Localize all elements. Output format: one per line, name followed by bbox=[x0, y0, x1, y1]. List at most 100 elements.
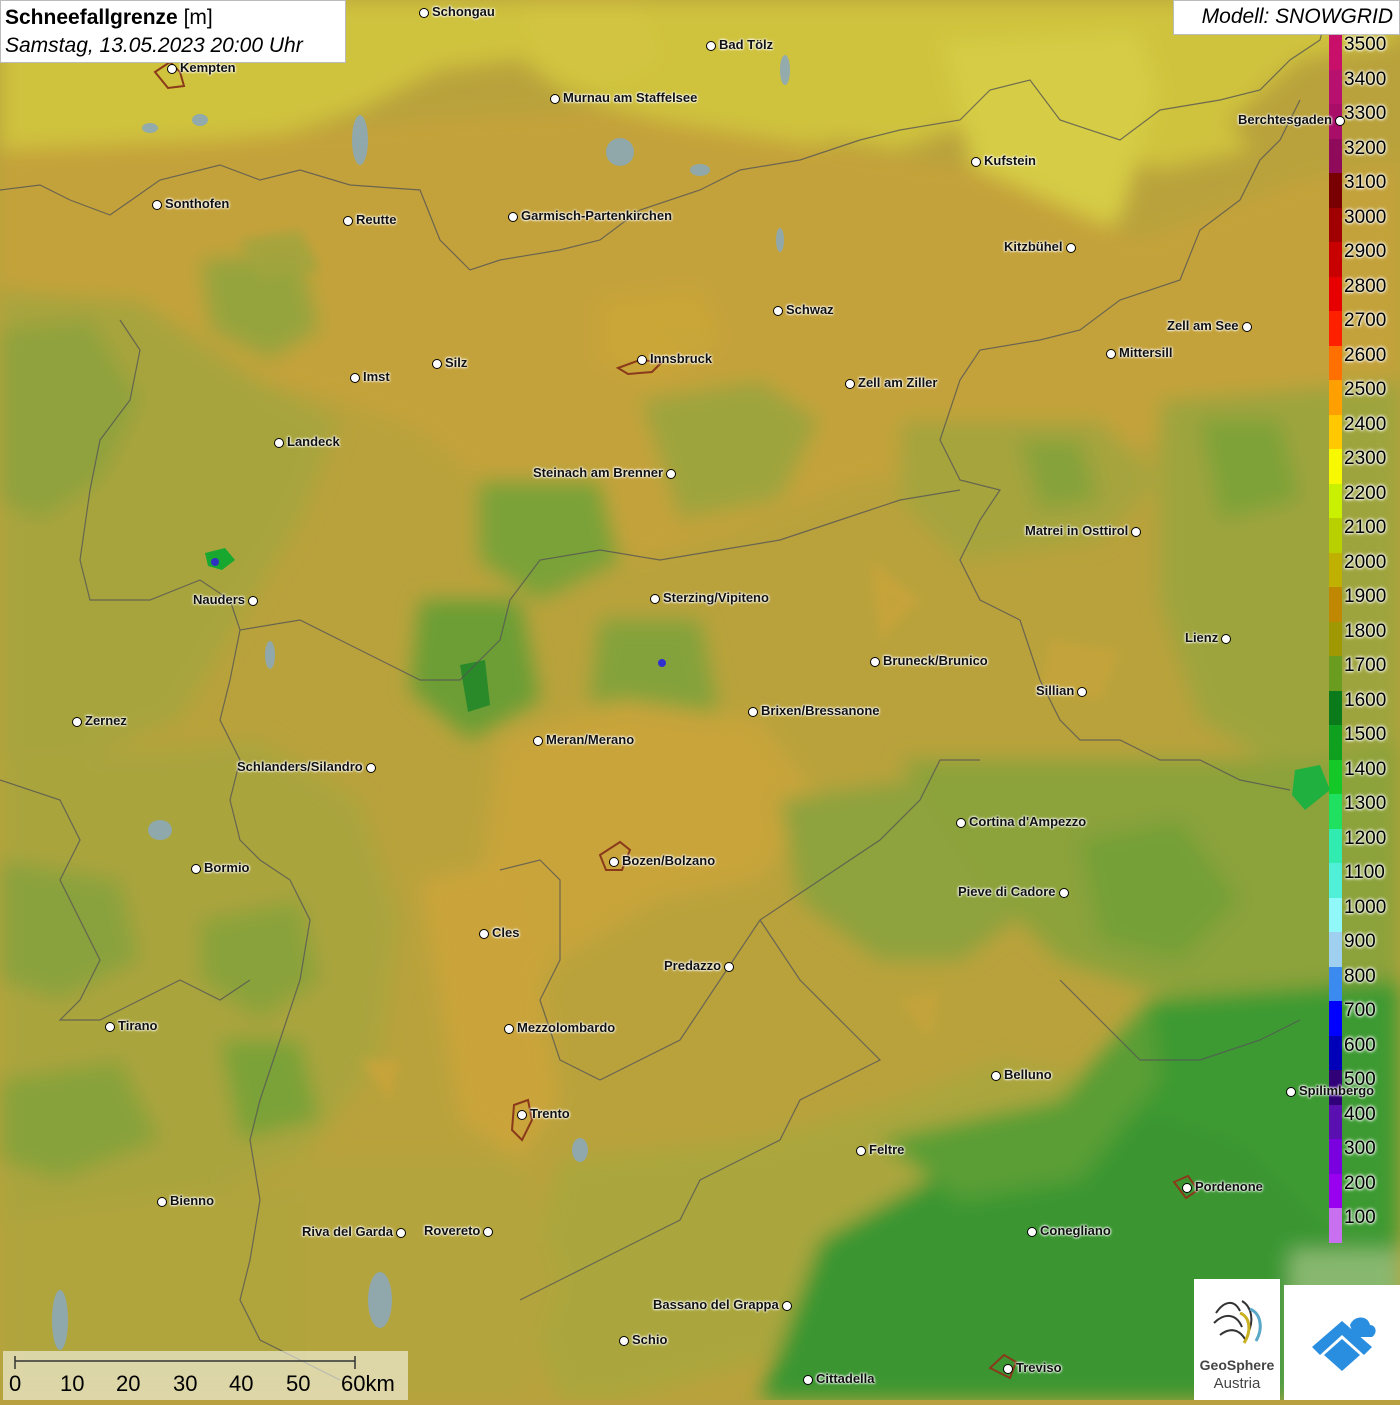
city-label: Schongau bbox=[432, 4, 495, 19]
city-label: Belluno bbox=[1004, 1067, 1052, 1082]
scale-label: 40 bbox=[229, 1371, 254, 1396]
city-dot-icon bbox=[748, 707, 758, 717]
city-dot-icon bbox=[350, 373, 360, 383]
city-dot-icon bbox=[870, 657, 880, 667]
legend-label: 700 bbox=[1344, 1000, 1376, 1021]
city-dot-icon bbox=[609, 857, 619, 867]
city-dot-icon bbox=[419, 8, 429, 18]
city-label: Pordenone bbox=[1195, 1179, 1263, 1194]
city-dot-icon bbox=[432, 359, 442, 369]
city-label: Kempten bbox=[180, 60, 236, 75]
geosphere-emblem-icon bbox=[1213, 1300, 1262, 1344]
legend-swatch bbox=[1329, 794, 1342, 829]
legend-label: 3100 bbox=[1344, 172, 1387, 193]
legend-swatch bbox=[1329, 552, 1342, 588]
mountain-cloud-icon bbox=[1312, 1317, 1376, 1371]
city-label: Mezzolombardo bbox=[517, 1020, 616, 1035]
legend-label: 100 bbox=[1344, 1207, 1376, 1228]
title-name: Schneefallgrenze bbox=[5, 6, 178, 29]
city-dot-icon bbox=[72, 717, 82, 727]
legend-swatch bbox=[1329, 759, 1342, 795]
city-label: Meran/Merano bbox=[546, 732, 635, 747]
city-dot-icon bbox=[971, 157, 981, 167]
city-label: Lienz bbox=[1185, 630, 1219, 645]
legend-label: 3000 bbox=[1344, 206, 1387, 228]
city-label: Cortina d'Ampezzo bbox=[969, 814, 1087, 829]
legend-swatch bbox=[1329, 207, 1342, 243]
city-label: Schlanders/Silandro bbox=[237, 759, 363, 774]
model-label: Modell: SNOWGRID bbox=[1173, 0, 1400, 35]
legend-label: 900 bbox=[1344, 931, 1376, 952]
legend-swatch bbox=[1329, 380, 1342, 415]
city-dot-icon bbox=[706, 41, 716, 51]
legend-swatch bbox=[1329, 1001, 1342, 1036]
city-label: Treviso bbox=[1016, 1360, 1062, 1375]
legend-label: 300 bbox=[1344, 1138, 1376, 1159]
city-label: Bormio bbox=[204, 860, 250, 875]
legend-swatch bbox=[1329, 1139, 1342, 1174]
city-dot-icon bbox=[1286, 1087, 1296, 1097]
city-label: Rovereto bbox=[424, 1223, 481, 1238]
legend-label: 1500 bbox=[1344, 724, 1387, 745]
legend-label: 2000 bbox=[1344, 551, 1387, 573]
city-dot-icon bbox=[343, 216, 353, 226]
city-dot-icon bbox=[105, 1022, 115, 1032]
legend-label: 2900 bbox=[1344, 241, 1387, 262]
scale-label: 50 bbox=[286, 1371, 311, 1396]
city-dot-icon bbox=[517, 1110, 527, 1120]
city-label: Pieve di Cadore bbox=[958, 884, 1056, 899]
city-dot-icon bbox=[1106, 349, 1116, 359]
legend-label: 3300 bbox=[1344, 103, 1387, 124]
city-dot-icon bbox=[956, 818, 966, 828]
legend-swatch bbox=[1329, 138, 1342, 174]
city-dot-icon bbox=[157, 1197, 167, 1207]
scale-bar: 0 10 20 30 40 50 60km bbox=[3, 1351, 408, 1400]
legend-swatch bbox=[1329, 311, 1342, 346]
city-label: Murnau am Staffelsee bbox=[563, 90, 698, 105]
city-dot-icon bbox=[1221, 634, 1231, 644]
city-label: Zell am See bbox=[1167, 318, 1239, 333]
city-dot-icon bbox=[1066, 243, 1076, 253]
city-dot-icon bbox=[550, 94, 560, 104]
scale-label: 20 bbox=[116, 1371, 141, 1396]
city-label: Berchtesgaden bbox=[1238, 112, 1332, 127]
city-label: Trento bbox=[530, 1106, 570, 1121]
city-dot-icon bbox=[533, 736, 543, 746]
map-datetime: Samstag, 13.05.2023 20:00 Uhr bbox=[5, 34, 303, 57]
legend-swatch bbox=[1329, 518, 1342, 553]
city-dot-icon bbox=[483, 1227, 493, 1237]
legend-swatch bbox=[1329, 69, 1342, 105]
legend-swatch bbox=[1329, 966, 1342, 1002]
legend-label: 2300 bbox=[1344, 448, 1387, 469]
city-dot-icon bbox=[782, 1301, 792, 1311]
legend-swatch bbox=[1329, 1173, 1342, 1209]
legend-label: 1900 bbox=[1344, 586, 1387, 607]
legend-swatch bbox=[1329, 1104, 1342, 1140]
legend-swatch bbox=[1329, 621, 1342, 657]
city-label: Imst bbox=[363, 369, 390, 384]
city-dot-icon bbox=[1077, 687, 1087, 697]
city-dot-icon bbox=[637, 355, 647, 365]
city-dot-icon bbox=[845, 379, 855, 389]
city-dot-icon bbox=[504, 1024, 514, 1034]
city-dot-icon bbox=[1182, 1183, 1192, 1193]
city-label: Kitzbühel bbox=[1004, 239, 1063, 254]
legend-label: 2600 bbox=[1344, 344, 1387, 366]
legend-label: 2400 bbox=[1344, 413, 1387, 435]
legend-label: 3500 bbox=[1344, 34, 1387, 55]
legend-label: 2500 bbox=[1344, 379, 1387, 400]
legend-label: 2700 bbox=[1344, 310, 1387, 331]
legend-swatch bbox=[1329, 242, 1342, 277]
city-label: Bruneck/Brunico bbox=[883, 653, 988, 668]
legend-label: 800 bbox=[1344, 965, 1376, 987]
scale-label: 10 bbox=[60, 1371, 85, 1396]
legend-label: 2100 bbox=[1344, 517, 1387, 538]
city-dot-icon bbox=[396, 1228, 406, 1238]
legend-swatch bbox=[1329, 1208, 1342, 1243]
city-dot-icon bbox=[991, 1071, 1001, 1081]
legend-label: 3200 bbox=[1344, 137, 1387, 159]
city-label: Zernez bbox=[85, 713, 127, 728]
city-label: Sonthofen bbox=[165, 196, 230, 211]
city-dot-icon bbox=[152, 200, 162, 210]
legend-swatch bbox=[1329, 828, 1342, 864]
